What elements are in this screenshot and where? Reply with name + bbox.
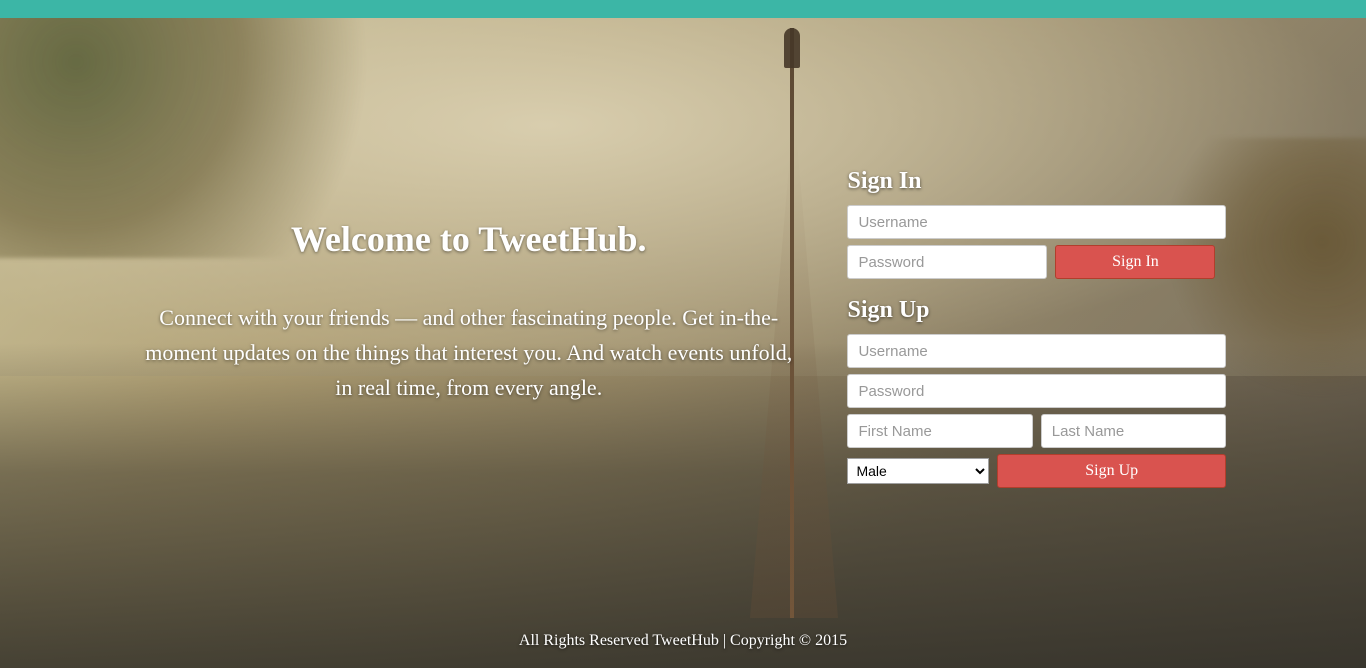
signup-username-input[interactable] xyxy=(847,334,1226,368)
signin-heading: Sign In xyxy=(847,168,1226,195)
signup-firstname-input[interactable] xyxy=(847,414,1032,448)
signin-password-input[interactable] xyxy=(847,245,1047,279)
main-content: Welcome to TweetHub. Connect with your f… xyxy=(0,168,1366,494)
signup-lastname-input[interactable] xyxy=(1041,414,1226,448)
footer-text: All Rights Reserved TweetHub | Copyright… xyxy=(0,632,1366,650)
page-subtitle: Connect with your friends — and other fa… xyxy=(140,300,797,406)
page-title: Welcome to TweetHub. xyxy=(140,218,797,260)
hero-background: Welcome to TweetHub. Connect with your f… xyxy=(0,18,1366,668)
signup-gender-select[interactable]: Male xyxy=(847,458,989,484)
signup-heading: Sign Up xyxy=(847,297,1226,324)
signin-button[interactable]: Sign In xyxy=(1055,245,1215,279)
signin-username-input[interactable] xyxy=(847,205,1226,239)
signup-button[interactable]: Sign Up xyxy=(997,454,1226,488)
welcome-column: Welcome to TweetHub. Connect with your f… xyxy=(140,168,797,494)
top-bar xyxy=(0,0,1366,18)
signup-password-input[interactable] xyxy=(847,374,1226,408)
auth-column: Sign In Sign In Sign Up xyxy=(847,168,1226,494)
